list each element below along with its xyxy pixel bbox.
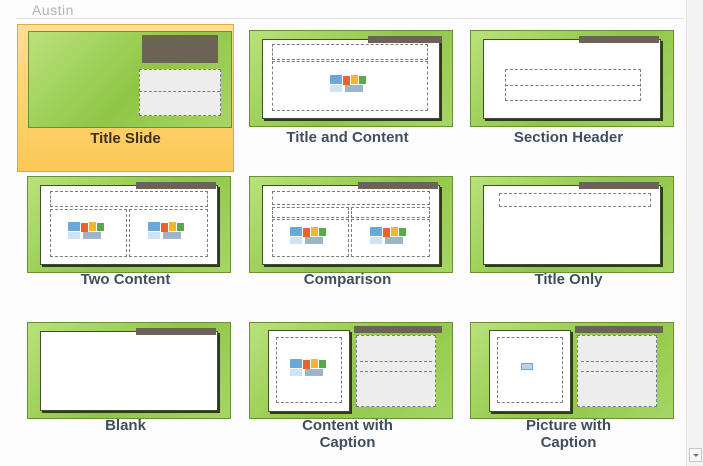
content-icons-icon [330,75,370,93]
layout-content-with-caption[interactable]: Content with Caption [239,316,456,464]
layout-label-line-2: Caption [319,434,376,451]
title-accent-bar [575,326,663,333]
layout-label-line-1: Picture with [525,417,611,434]
chevron-down-icon [693,454,699,457]
picture-icon [521,363,533,371]
gallery-section-header: Austin [32,2,74,18]
title-accent-bar [136,182,216,189]
placeholder-divider [139,91,220,92]
layout-label: Section Header [513,129,624,146]
layout-thumbnail [249,176,453,273]
layout-gallery: Austin Title Slide Title and Content Sec… [0,0,686,466]
layout-thumbnail [470,176,674,273]
title-accent-bar [368,36,442,43]
placeholder-divider [505,85,640,86]
layout-thumbnail [249,322,453,419]
title-placeholder [499,193,651,207]
right-heading-placeholder [351,207,430,218]
subtitle-placeholder [139,69,221,116]
layout-thumbnail [28,31,232,128]
layout-label: Two Content [80,271,171,288]
layout-label-line-1: Content with [302,417,393,434]
left-heading-placeholder [272,207,349,218]
layout-label: Comparison [303,271,392,288]
layout-label-line-2: Caption [540,434,597,451]
title-accent-bar [579,182,659,189]
layout-thumbnail [470,322,674,419]
title-placeholder [272,191,430,205]
content-icons-icon [290,227,330,245]
vertical-scrollbar[interactable] [686,0,703,466]
title-placeholder [272,44,428,60]
content-icons-icon [290,359,330,377]
layout-label: Title and Content [286,129,409,146]
title-placeholder [50,191,208,207]
layout-title-and-content[interactable]: Title and Content [239,24,456,172]
layout-picture-with-caption[interactable]: Picture with Caption [460,316,677,464]
title-block [142,35,218,63]
layout-label: Blank [105,417,146,434]
content-icons-icon [148,222,188,240]
placeholder-divider [360,361,432,362]
slide-panel [40,331,218,411]
placeholder-divider [360,371,432,372]
placeholder-divider [581,371,653,372]
content-icons-icon [370,227,410,245]
content-icons-icon [68,222,108,240]
layout-label: Title Only [534,271,603,288]
layout-thumbnail [470,30,674,127]
layout-section-header[interactable]: Section Header [460,24,677,172]
layout-thumbnail [27,176,231,273]
title-accent-bar [136,328,216,335]
layout-comparison[interactable]: Comparison [239,170,456,318]
layout-title-slide[interactable]: Title Slide [17,24,234,172]
layout-thumbnail [27,322,231,419]
layout-thumbnail [249,30,453,127]
title-accent-bar [579,36,659,43]
layout-title-only[interactable]: Title Only [460,170,677,318]
title-accent-bar [354,326,442,333]
title-accent-bar [358,182,438,189]
section-divider [16,18,684,19]
layout-two-content[interactable]: Two Content [17,170,234,318]
scroll-down-button[interactable] [689,448,702,462]
placeholder-divider [581,361,653,362]
layout-label: Title Slide [90,130,161,147]
layout-blank[interactable]: Blank [17,316,234,464]
